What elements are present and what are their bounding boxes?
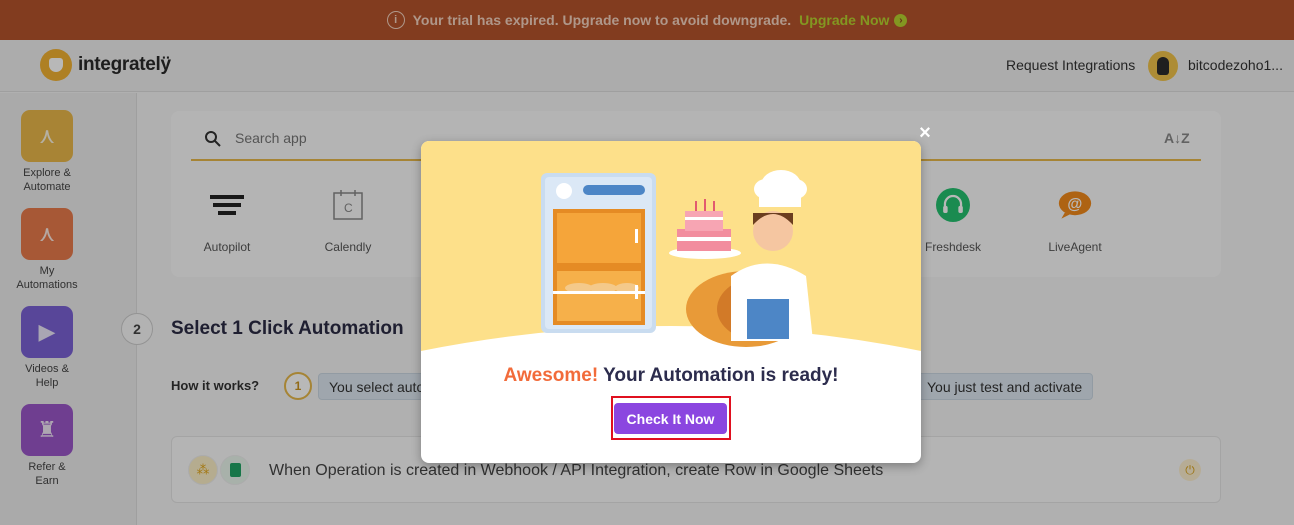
check-it-now-button[interactable]: Check It Now: [614, 403, 727, 434]
modal-title-highlight: Awesome!: [503, 365, 599, 386]
modal-title-text: Your Automation is ready!: [598, 365, 839, 386]
close-icon[interactable]: ×: [916, 123, 934, 143]
chef-illustration: [421, 141, 921, 356]
modal-title: Awesome! Your Automation is ready!: [421, 365, 921, 387]
